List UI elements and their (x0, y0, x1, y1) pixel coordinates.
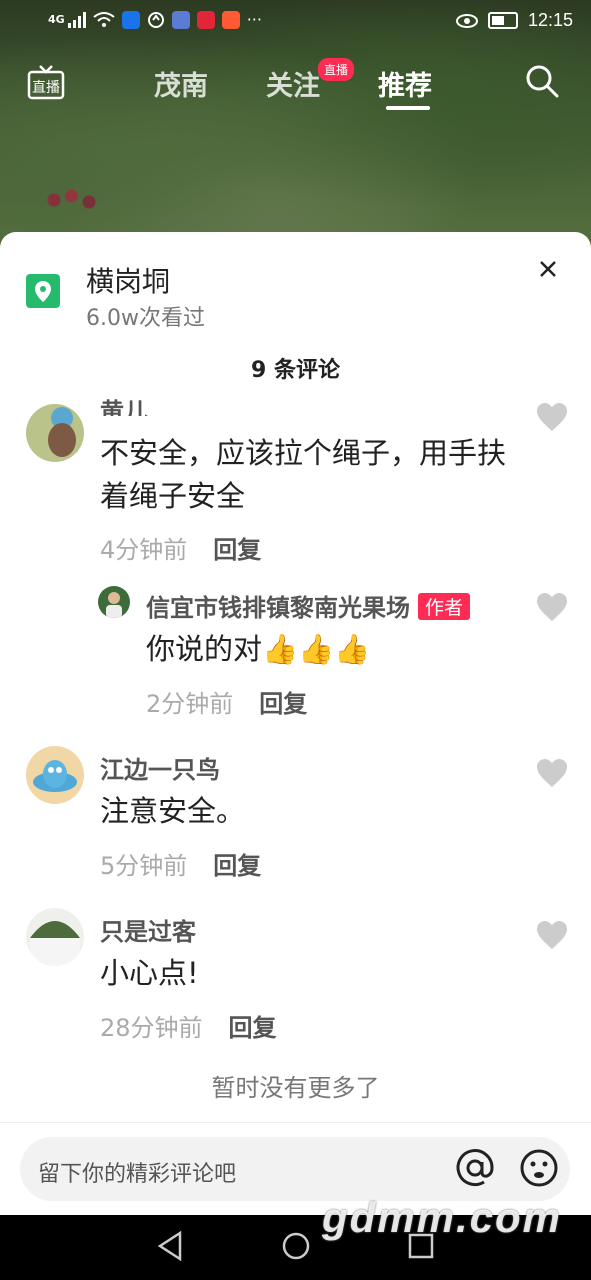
comment-time: 5分钟前 (100, 852, 188, 880)
reply-button[interactable]: 回复 (259, 690, 307, 718)
watermark: gdmm.com (322, 1194, 563, 1241)
tab-active-indicator (386, 106, 430, 110)
shield-app-icon (121, 10, 140, 29)
comment-author[interactable]: 江边一只鸟 (100, 750, 220, 785)
no-more-text: 暂时没有更多了 (211, 1074, 380, 1102)
avatar[interactable] (26, 746, 84, 804)
avatar[interactable] (26, 908, 84, 966)
location-pin-icon (26, 274, 60, 308)
comment-text[interactable]: 不安全，应该拉个绳子，用手扶着绳子安全 (100, 432, 530, 518)
like-heart-icon[interactable] (536, 920, 568, 950)
top-nav: 直播 茂南 关注 直播 推荐 (0, 56, 591, 112)
emoji-icon[interactable] (518, 1147, 560, 1189)
reply-button[interactable]: 回复 (213, 852, 261, 880)
comment-time: 2分钟前 (146, 690, 234, 718)
battery-icon (487, 12, 518, 29)
comments-count: 9 条评论 (251, 358, 340, 383)
at-mention-icon[interactable] (454, 1147, 496, 1189)
status-time: 12:15 (527, 10, 573, 30)
comment-author[interactable]: 信宜市钱排镇黎南光果场 作者 (146, 588, 471, 623)
live-badge: 直播 (318, 58, 355, 81)
status-left-icons: 4G ··· (48, 10, 262, 29)
comment-meta: 5分钟前 回复 (100, 846, 261, 881)
network-label: 4G (48, 13, 65, 26)
tab-following[interactable]: 关注 (266, 64, 320, 103)
back-icon[interactable] (154, 1229, 188, 1263)
home-icon[interactable] (279, 1229, 313, 1263)
avatar[interactable] (26, 404, 84, 462)
comment-meta: 28分钟前 回复 (100, 1008, 277, 1043)
comment-text[interactable]: 注意安全。 (100, 790, 530, 833)
more-status-icon: ··· (246, 10, 262, 29)
like-heart-icon[interactable] (536, 402, 568, 432)
live-tv-icon[interactable]: 直播 (26, 62, 66, 102)
comment-time: 4分钟前 (100, 536, 188, 564)
comment-text[interactable]: 你说的对👍👍👍 (146, 628, 576, 671)
status-right: 12:15 (455, 10, 573, 31)
reply-button[interactable]: 回复 (213, 536, 261, 564)
comment-text[interactable]: 小心点! (100, 952, 530, 995)
like-heart-icon[interactable] (536, 592, 568, 622)
comment-input[interactable]: 留下你的精彩评论吧 (20, 1137, 570, 1201)
wifi-icon (93, 11, 115, 27)
signal-icon (67, 11, 86, 28)
avatar[interactable] (98, 586, 130, 618)
author-tag: 作者 (418, 593, 471, 620)
status-bar: 4G ··· 12:15 (0, 0, 591, 44)
shop-app-icon (196, 10, 215, 29)
music-app-icon (171, 10, 190, 29)
author-name: 信宜市钱排镇黎南光果场 (146, 594, 410, 622)
tab-recommend[interactable]: 推荐 (378, 64, 432, 103)
comment-time: 28分钟前 (100, 1014, 203, 1042)
location-name: 横岗垌 (86, 265, 171, 298)
tab-maonan[interactable]: 茂南 (154, 64, 208, 103)
eye-comfort-icon (455, 13, 478, 28)
search-icon[interactable] (525, 64, 559, 98)
vpn-icon (147, 11, 164, 28)
reddit-app-icon (221, 10, 240, 29)
comment-meta: 4分钟前 回复 (100, 530, 261, 565)
location-views: 6.0w次看过 (86, 306, 205, 331)
video-people (40, 180, 110, 220)
comment-author[interactable]: 只是过客 (100, 912, 196, 947)
close-icon[interactable] (535, 256, 561, 282)
live-icon-text: 直播 (32, 79, 60, 96)
comment-author[interactable]: 黄儿 (100, 392, 148, 416)
comment-input-placeholder: 留下你的精彩评论吧 (38, 1162, 237, 1187)
reply-button[interactable]: 回复 (229, 1014, 277, 1042)
location-card[interactable]: 横岗垌 6.0w次看过 (24, 260, 564, 340)
like-heart-icon[interactable] (536, 758, 568, 788)
comment-meta: 2分钟前 回复 (146, 684, 307, 719)
